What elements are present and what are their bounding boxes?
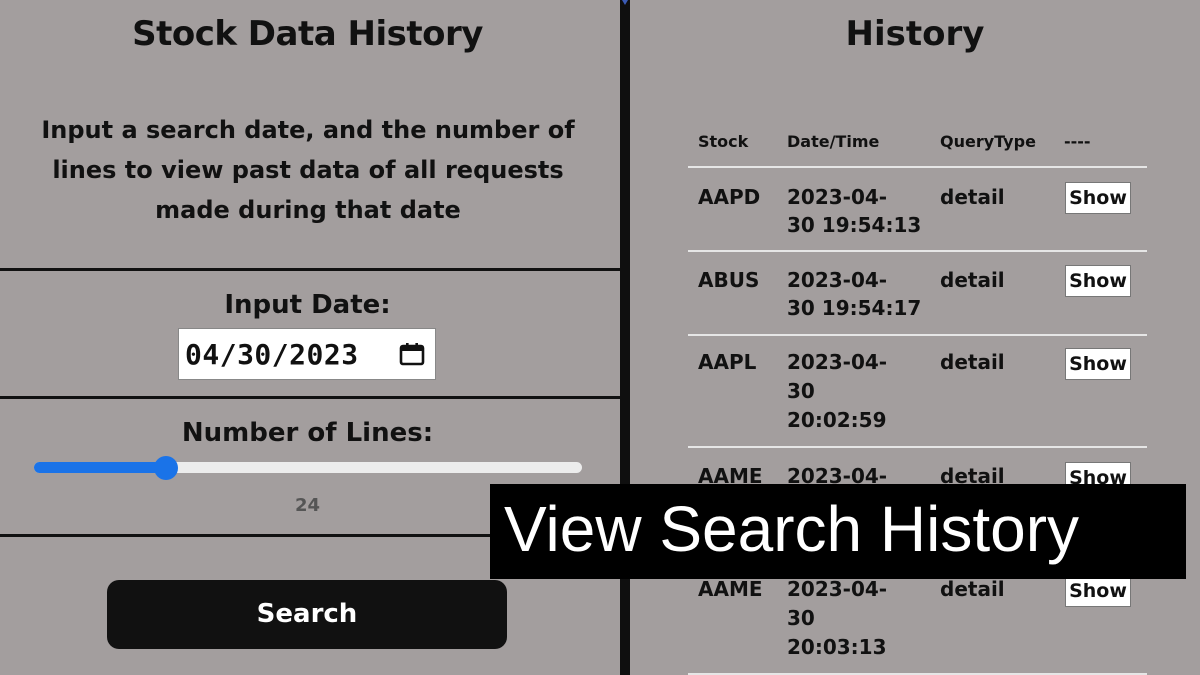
lines-slider[interactable] (34, 456, 582, 480)
section-divider (0, 396, 620, 399)
instructions-text: Input a search date, and the number of l… (41, 116, 575, 224)
row-separator (688, 334, 1147, 336)
cell-stock: ABUS (698, 268, 760, 292)
header-querytype: QueryType (940, 132, 1036, 151)
cell-datetime: 2023-04- (787, 185, 888, 209)
cell-querytype: detail (940, 350, 1005, 374)
history-title: History (845, 14, 985, 54)
slider-thumb[interactable] (153, 456, 178, 480)
page-title: Stock Data History (132, 14, 483, 54)
cell-datetime: 30 19:54:17 (787, 296, 922, 320)
date-value: 04/30/2023 (185, 338, 359, 371)
cell-querytype: detail (940, 185, 1005, 209)
date-label: Input Date: (224, 290, 391, 320)
date-input[interactable]: 04/30/2023 (178, 328, 436, 380)
row-separator (688, 446, 1147, 448)
calendar-icon[interactable] (399, 342, 425, 366)
caption-text: View Search History (504, 493, 1080, 565)
slider-fill (34, 462, 166, 473)
cell-datetime: 30 (787, 379, 815, 403)
header-stock: Stock (698, 132, 749, 151)
section-divider (0, 268, 620, 271)
show-button[interactable]: Show (1065, 348, 1131, 380)
lines-label: Number of Lines: (181, 418, 434, 448)
show-button[interactable]: Show (1065, 182, 1131, 214)
header-datetime: Date/Time (787, 132, 880, 151)
header-action: ---- (1064, 132, 1091, 151)
header-separator (688, 166, 1147, 168)
row-separator (688, 250, 1147, 252)
cell-datetime: 2023-04- (787, 268, 888, 292)
cell-stock: AAPL (698, 350, 757, 374)
cell-datetime: 20:03:13 (787, 635, 887, 659)
show-button[interactable]: Show (1065, 265, 1131, 297)
cell-datetime: 20:02:59 (787, 408, 887, 432)
cell-datetime: 2023-04- (787, 350, 888, 374)
cell-querytype: detail (940, 268, 1005, 292)
cell-datetime: 30 19:54:13 (787, 213, 922, 237)
caption-banner: View Search History (490, 484, 1186, 579)
cell-datetime: 30 (787, 606, 815, 630)
cell-stock: AAPD (698, 185, 761, 209)
show-button[interactable]: Show (1065, 575, 1131, 607)
search-button[interactable]: Search (107, 580, 507, 649)
